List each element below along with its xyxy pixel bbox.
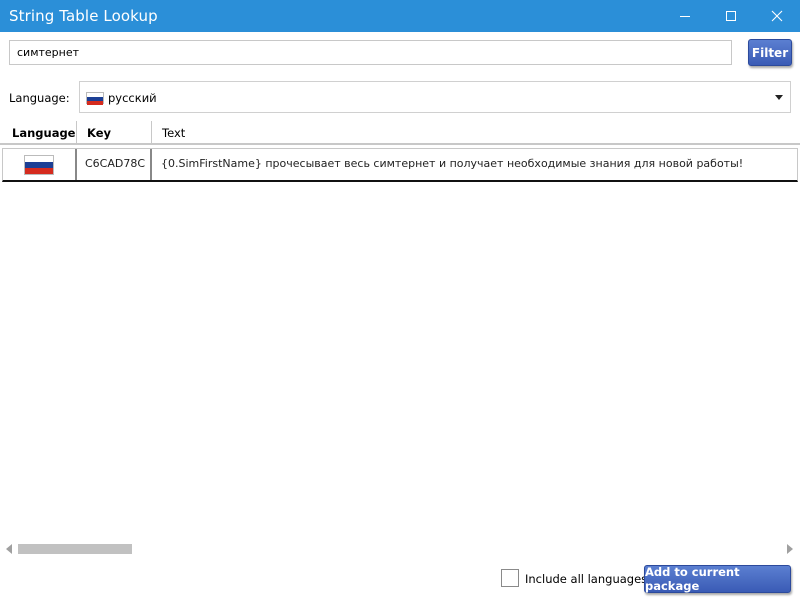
close-button[interactable]	[754, 0, 800, 32]
include-all-languages-checkbox[interactable]	[501, 569, 519, 587]
row-language-cell	[3, 149, 77, 180]
chevron-down-icon	[775, 95, 783, 100]
language-selected-value: русский	[108, 91, 157, 105]
language-dropdown[interactable]: русский	[79, 81, 791, 113]
maximize-icon	[726, 11, 736, 21]
add-to-current-package-button[interactable]: Add to current package	[644, 565, 791, 593]
russia-flag-icon	[24, 154, 54, 175]
include-all-languages-label: Include all languages	[525, 572, 648, 586]
table-row[interactable]: C6CAD78C {0.SimFirstName} прочесывает ве…	[2, 148, 798, 182]
close-icon	[771, 10, 783, 22]
row-text-cell: {0.SimFirstName} прочесывает весь симтер…	[161, 157, 744, 170]
strings-table: Language Key Text C6CAD78C {0.SimFirstNa…	[0, 121, 800, 541]
column-header-key[interactable]: Key	[77, 121, 152, 145]
russia-flag-icon	[86, 92, 104, 105]
scrollbar-thumb[interactable]	[18, 544, 132, 554]
table-header: Language Key Text	[0, 121, 800, 145]
column-header-text[interactable]: Text	[152, 121, 800, 145]
window-title: String Table Lookup	[9, 7, 158, 25]
maximize-button[interactable]	[708, 0, 754, 32]
column-header-language[interactable]: Language	[0, 121, 77, 145]
scroll-left-icon[interactable]	[6, 544, 12, 554]
horizontal-scrollbar[interactable]	[0, 541, 800, 558]
minimize-icon	[680, 16, 690, 17]
filter-button[interactable]: Filter	[748, 39, 792, 66]
title-bar: String Table Lookup	[0, 0, 800, 32]
language-label: Language:	[9, 91, 70, 105]
minimize-button[interactable]	[662, 0, 708, 32]
row-key-cell: C6CAD78C	[79, 149, 152, 180]
search-input[interactable]	[9, 40, 732, 65]
scroll-right-icon[interactable]	[787, 544, 793, 554]
